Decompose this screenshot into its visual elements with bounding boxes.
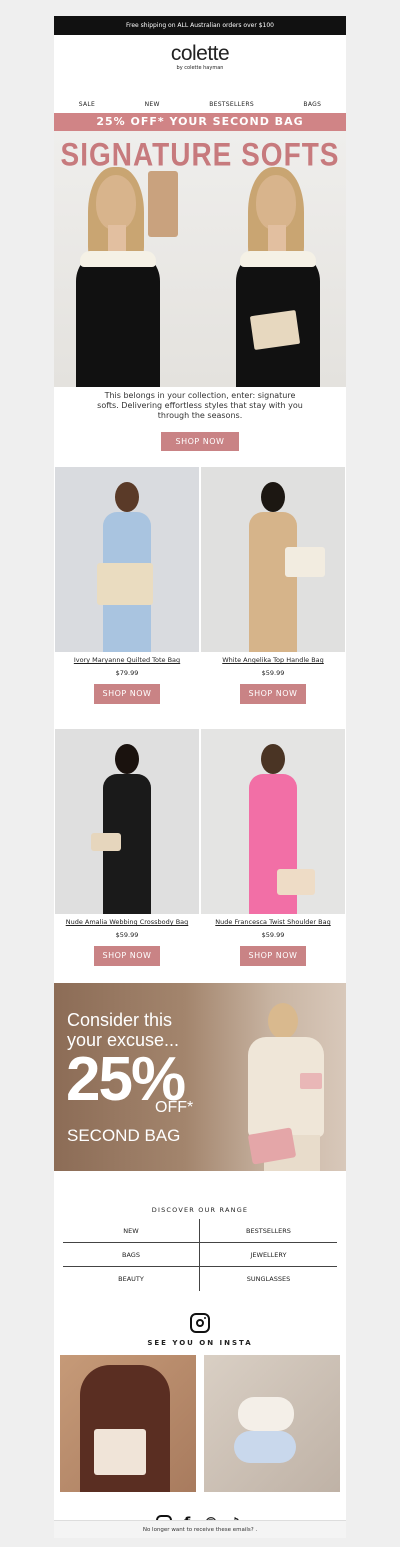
range-bags[interactable]: BAGS	[63, 1243, 200, 1267]
product-price: $59.99	[261, 931, 285, 939]
insta-post[interactable]	[204, 1355, 340, 1492]
hero-bag-left	[148, 171, 178, 237]
brand-logo[interactable]: colette by colette hayman	[54, 35, 346, 95]
instagram-icon[interactable]	[190, 1313, 210, 1333]
nav-new[interactable]: NEW	[145, 101, 160, 108]
main-nav: SALE NEW BESTSELLERS BAGS	[54, 95, 346, 113]
bag-image	[277, 869, 315, 895]
product-card: Ivory Maryanne Quilted Tote Bag $79.99 S…	[55, 467, 199, 704]
range-beauty[interactable]: BEAUTY	[63, 1267, 200, 1291]
shipping-banner: Free shipping on ALL Australian orders o…	[54, 16, 346, 35]
logo-tagline: by colette hayman	[176, 65, 224, 71]
logo-wordmark: colette	[170, 42, 230, 65]
product-price: $59.99	[261, 669, 285, 677]
insta-grid	[54, 1355, 346, 1492]
banner-second-bag: SECOND BAG	[67, 1126, 181, 1145]
product-image[interactable]	[201, 467, 345, 652]
product-price: $79.99	[115, 669, 139, 677]
insta-post[interactable]	[60, 1355, 196, 1492]
range-jewellery[interactable]: JEWELLERY	[200, 1243, 337, 1267]
hero-intro-text: This belongs in your collection, enter: …	[97, 391, 303, 420]
product-row-2: Nude Amalia Webbing Crossbody Bag $59.99…	[54, 729, 346, 966]
product-price: $59.99	[115, 931, 139, 939]
hero-model-right	[218, 167, 338, 387]
product-card: White Angelika Top Handle Bag $59.99 SHO…	[201, 467, 345, 704]
range-grid: NEW BESTSELLERS BAGS JEWELLERY BEAUTY SU…	[63, 1219, 337, 1291]
product-row-1: Ivory Maryanne Quilted Tote Bag $79.99 S…	[54, 467, 346, 704]
nav-bestsellers[interactable]: BESTSELLERS	[209, 101, 254, 108]
product-card: Nude Francesca Twist Shoulder Bag $59.99…	[201, 729, 345, 966]
product-image[interactable]	[55, 729, 199, 914]
product-shop-now-button[interactable]: SHOP NOW	[240, 684, 306, 704]
product-card: Nude Amalia Webbing Crossbody Bag $59.99…	[55, 729, 199, 966]
email-container: Free shipping on ALL Australian orders o…	[54, 16, 346, 1538]
discover-title: DISCOVER OUR RANGE	[151, 1206, 249, 1214]
nav-bags[interactable]: BAGS	[303, 101, 321, 108]
bag-image	[97, 563, 153, 605]
product-shop-now-button[interactable]: SHOP NOW	[94, 946, 160, 966]
banner-off: OFF*	[155, 1099, 194, 1116]
range-new[interactable]: NEW	[63, 1219, 200, 1243]
product-image[interactable]	[201, 729, 345, 914]
second-bag-promo-banner[interactable]: Consider this your excuse... 25% OFF* SE…	[54, 983, 346, 1171]
range-bestsellers[interactable]: BESTSELLERS	[200, 1219, 337, 1243]
product-name-link[interactable]: White Angelika Top Handle Bag	[201, 655, 345, 666]
product-name-link[interactable]: Nude Francesca Twist Shoulder Bag	[201, 917, 345, 928]
product-shop-now-button[interactable]: SHOP NOW	[94, 684, 160, 704]
hero-bag-right	[249, 309, 301, 351]
product-name-link[interactable]: Nude Amalia Webbing Crossbody Bag	[55, 917, 199, 928]
nav-sale[interactable]: SALE	[79, 101, 95, 108]
product-name-link[interactable]: Ivory Maryanne Quilted Tote Bag	[55, 655, 199, 666]
unsubscribe-footer[interactable]: No longer want to receive these emails? …	[54, 1520, 346, 1538]
hero-shop-now-button[interactable]: SHOP NOW	[161, 432, 239, 451]
banner-headline: Consider this your excuse...	[67, 1010, 180, 1050]
promo-bar[interactable]: 25% OFF* YOUR SECOND BAG	[54, 113, 346, 131]
product-image[interactable]	[55, 467, 199, 652]
bag-image	[285, 547, 325, 577]
product-shop-now-button[interactable]: SHOP NOW	[240, 946, 306, 966]
hero-image[interactable]: SIGNATURE SOFTS	[54, 131, 346, 387]
insta-title: SEE YOU ON INSTA	[147, 1339, 253, 1347]
bag-image	[91, 833, 121, 851]
range-sunglasses[interactable]: SUNGLASSES	[200, 1267, 337, 1291]
